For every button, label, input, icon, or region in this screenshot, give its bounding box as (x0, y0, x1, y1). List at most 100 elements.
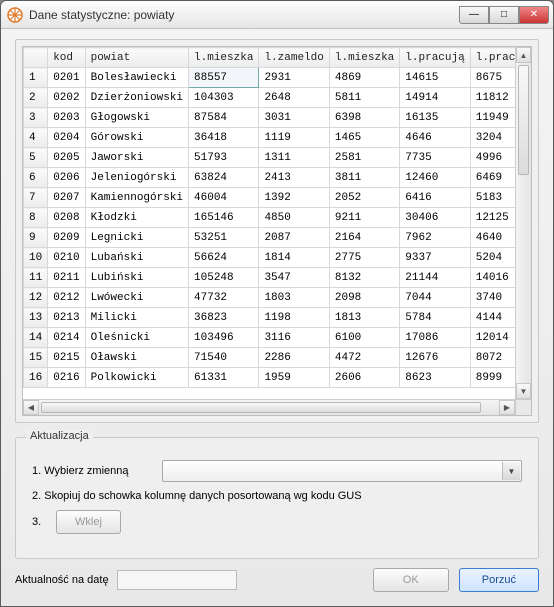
table-cell[interactable]: 105248 (189, 268, 259, 288)
row-header[interactable]: 9 (24, 228, 48, 248)
table-cell[interactable]: 88557 (189, 68, 259, 88)
table-cell[interactable]: 87584 (189, 108, 259, 128)
table-cell[interactable]: 3031 (259, 108, 329, 128)
table-cell[interactable]: 103496 (189, 328, 259, 348)
table-cell[interactable]: 51793 (189, 148, 259, 168)
table-cell[interactable]: 36418 (189, 128, 259, 148)
table-cell[interactable]: 4869 (329, 68, 399, 88)
table-cell[interactable]: 2087 (259, 228, 329, 248)
table-cell[interactable]: Milicki (85, 308, 188, 328)
scroll-down-arrow[interactable]: ▼ (516, 383, 531, 399)
table-cell[interactable]: 5784 (400, 308, 470, 328)
table-cell[interactable]: 5183 (470, 188, 515, 208)
table-cell[interactable]: 8675 (470, 68, 515, 88)
table-cell[interactable]: 8999 (470, 368, 515, 388)
table-cell[interactable]: 8132 (329, 268, 399, 288)
table-cell[interactable]: 3116 (259, 328, 329, 348)
minimize-button[interactable]: — (459, 6, 489, 24)
table-cell[interactable]: 5811 (329, 88, 399, 108)
table-cell[interactable]: 12014 (470, 328, 515, 348)
table-cell[interactable]: 1803 (259, 288, 329, 308)
table-cell[interactable]: 4472 (329, 348, 399, 368)
table-cell[interactable]: 53251 (189, 228, 259, 248)
table-cell[interactable]: Polkowicki (85, 368, 188, 388)
table-cell[interactable]: 2052 (329, 188, 399, 208)
table-row[interactable]: 120212Lwówecki477321803209870443740 (24, 288, 516, 308)
table-cell[interactable]: 0216 (48, 368, 85, 388)
row-header[interactable]: 7 (24, 188, 48, 208)
column-header[interactable]: l.mieszka (189, 48, 259, 68)
table-cell[interactable]: 0203 (48, 108, 85, 128)
hscroll-thumb[interactable] (41, 402, 481, 413)
table-cell[interactable]: 61331 (189, 368, 259, 388)
table-cell[interactable]: 14615 (400, 68, 470, 88)
scroll-up-arrow[interactable]: ▲ (516, 47, 531, 63)
row-header[interactable]: 8 (24, 208, 48, 228)
cancel-button[interactable]: Porzuć (459, 568, 539, 592)
table-cell[interactable]: 16135 (400, 108, 470, 128)
table-cell[interactable]: 2164 (329, 228, 399, 248)
table-cell[interactable]: 0213 (48, 308, 85, 328)
table-cell[interactable]: 36823 (189, 308, 259, 328)
table-cell[interactable]: 165146 (189, 208, 259, 228)
table-cell[interactable]: 11949 (470, 108, 515, 128)
table-cell[interactable]: Legnicki (85, 228, 188, 248)
column-header[interactable]: powiat (85, 48, 188, 68)
row-header[interactable]: 5 (24, 148, 48, 168)
table-cell[interactable]: 0210 (48, 248, 85, 268)
date-field[interactable] (117, 570, 237, 590)
row-header[interactable]: 2 (24, 88, 48, 108)
ok-button[interactable]: OK (373, 568, 449, 592)
table-cell[interactable]: 9337 (400, 248, 470, 268)
close-button[interactable]: ✕ (519, 6, 549, 24)
table-cell[interactable]: 0201 (48, 68, 85, 88)
table-cell[interactable]: 4850 (259, 208, 329, 228)
table-cell[interactable]: Lubański (85, 248, 188, 268)
column-header[interactable]: l.mieszka (329, 48, 399, 68)
column-header[interactable] (24, 48, 48, 68)
scroll-left-arrow[interactable]: ◀ (23, 400, 39, 415)
table-cell[interactable]: 2581 (329, 148, 399, 168)
table-cell[interactable]: 2775 (329, 248, 399, 268)
row-header[interactable]: 16 (24, 368, 48, 388)
table-cell[interactable]: 2648 (259, 88, 329, 108)
table-cell[interactable]: Jeleniogórski (85, 168, 188, 188)
table-cell[interactable]: 0202 (48, 88, 85, 108)
table-cell[interactable]: 8623 (400, 368, 470, 388)
table-scroll[interactable]: kodpowiatl.mieszkal.zameldol.mieszkal.pr… (23, 47, 515, 399)
table-row[interactable]: 160216Polkowicki613311959260686238999 (24, 368, 516, 388)
table-cell[interactable]: Bolesławiecki (85, 68, 188, 88)
table-row[interactable]: 130213Milicki368231198181357844144 (24, 308, 516, 328)
table-cell[interactable]: 14914 (400, 88, 470, 108)
scroll-right-arrow[interactable]: ▶ (499, 400, 515, 415)
table-row[interactable]: 30203Głogowski87584303163981613511949 (24, 108, 516, 128)
table-cell[interactable]: Jaworski (85, 148, 188, 168)
row-header[interactable]: 6 (24, 168, 48, 188)
table-cell[interactable]: Kamiennogórski (85, 188, 188, 208)
row-header[interactable]: 3 (24, 108, 48, 128)
table-cell[interactable]: 1119 (259, 128, 329, 148)
table-cell[interactable]: 3740 (470, 288, 515, 308)
table-cell[interactable]: Lwówecki (85, 288, 188, 308)
table-cell[interactable]: Głogowski (85, 108, 188, 128)
column-header[interactable]: l.zameldo (259, 48, 329, 68)
table-cell[interactable]: 4646 (400, 128, 470, 148)
table-cell[interactable]: 0215 (48, 348, 85, 368)
table-cell[interactable]: Oławski (85, 348, 188, 368)
table-row[interactable]: 140214Oleśnicki103496311661001708612014 (24, 328, 516, 348)
horizontal-scrollbar[interactable]: ◀ ▶ (23, 399, 515, 415)
column-header[interactable]: l.pracują (400, 48, 470, 68)
table-row[interactable]: 80208Kłodzki165146485092113040612125 (24, 208, 516, 228)
table-cell[interactable]: 0206 (48, 168, 85, 188)
table-row[interactable]: 60206Jeleniogórski6382424133811124606469 (24, 168, 516, 188)
table-cell[interactable]: 2931 (259, 68, 329, 88)
table-cell[interactable]: 1465 (329, 128, 399, 148)
table-row[interactable]: 150215Oławski7154022864472126768072 (24, 348, 516, 368)
table-cell[interactable]: 6398 (329, 108, 399, 128)
table-cell[interactable]: Lubiński (85, 268, 188, 288)
table-row[interactable]: 10201Bolesławiecki8855729314869146158675 (24, 68, 516, 88)
table-cell[interactable]: 1198 (259, 308, 329, 328)
table-cell[interactable]: 2606 (329, 368, 399, 388)
table-cell[interactable]: 3204 (470, 128, 515, 148)
table-cell[interactable]: 30406 (400, 208, 470, 228)
